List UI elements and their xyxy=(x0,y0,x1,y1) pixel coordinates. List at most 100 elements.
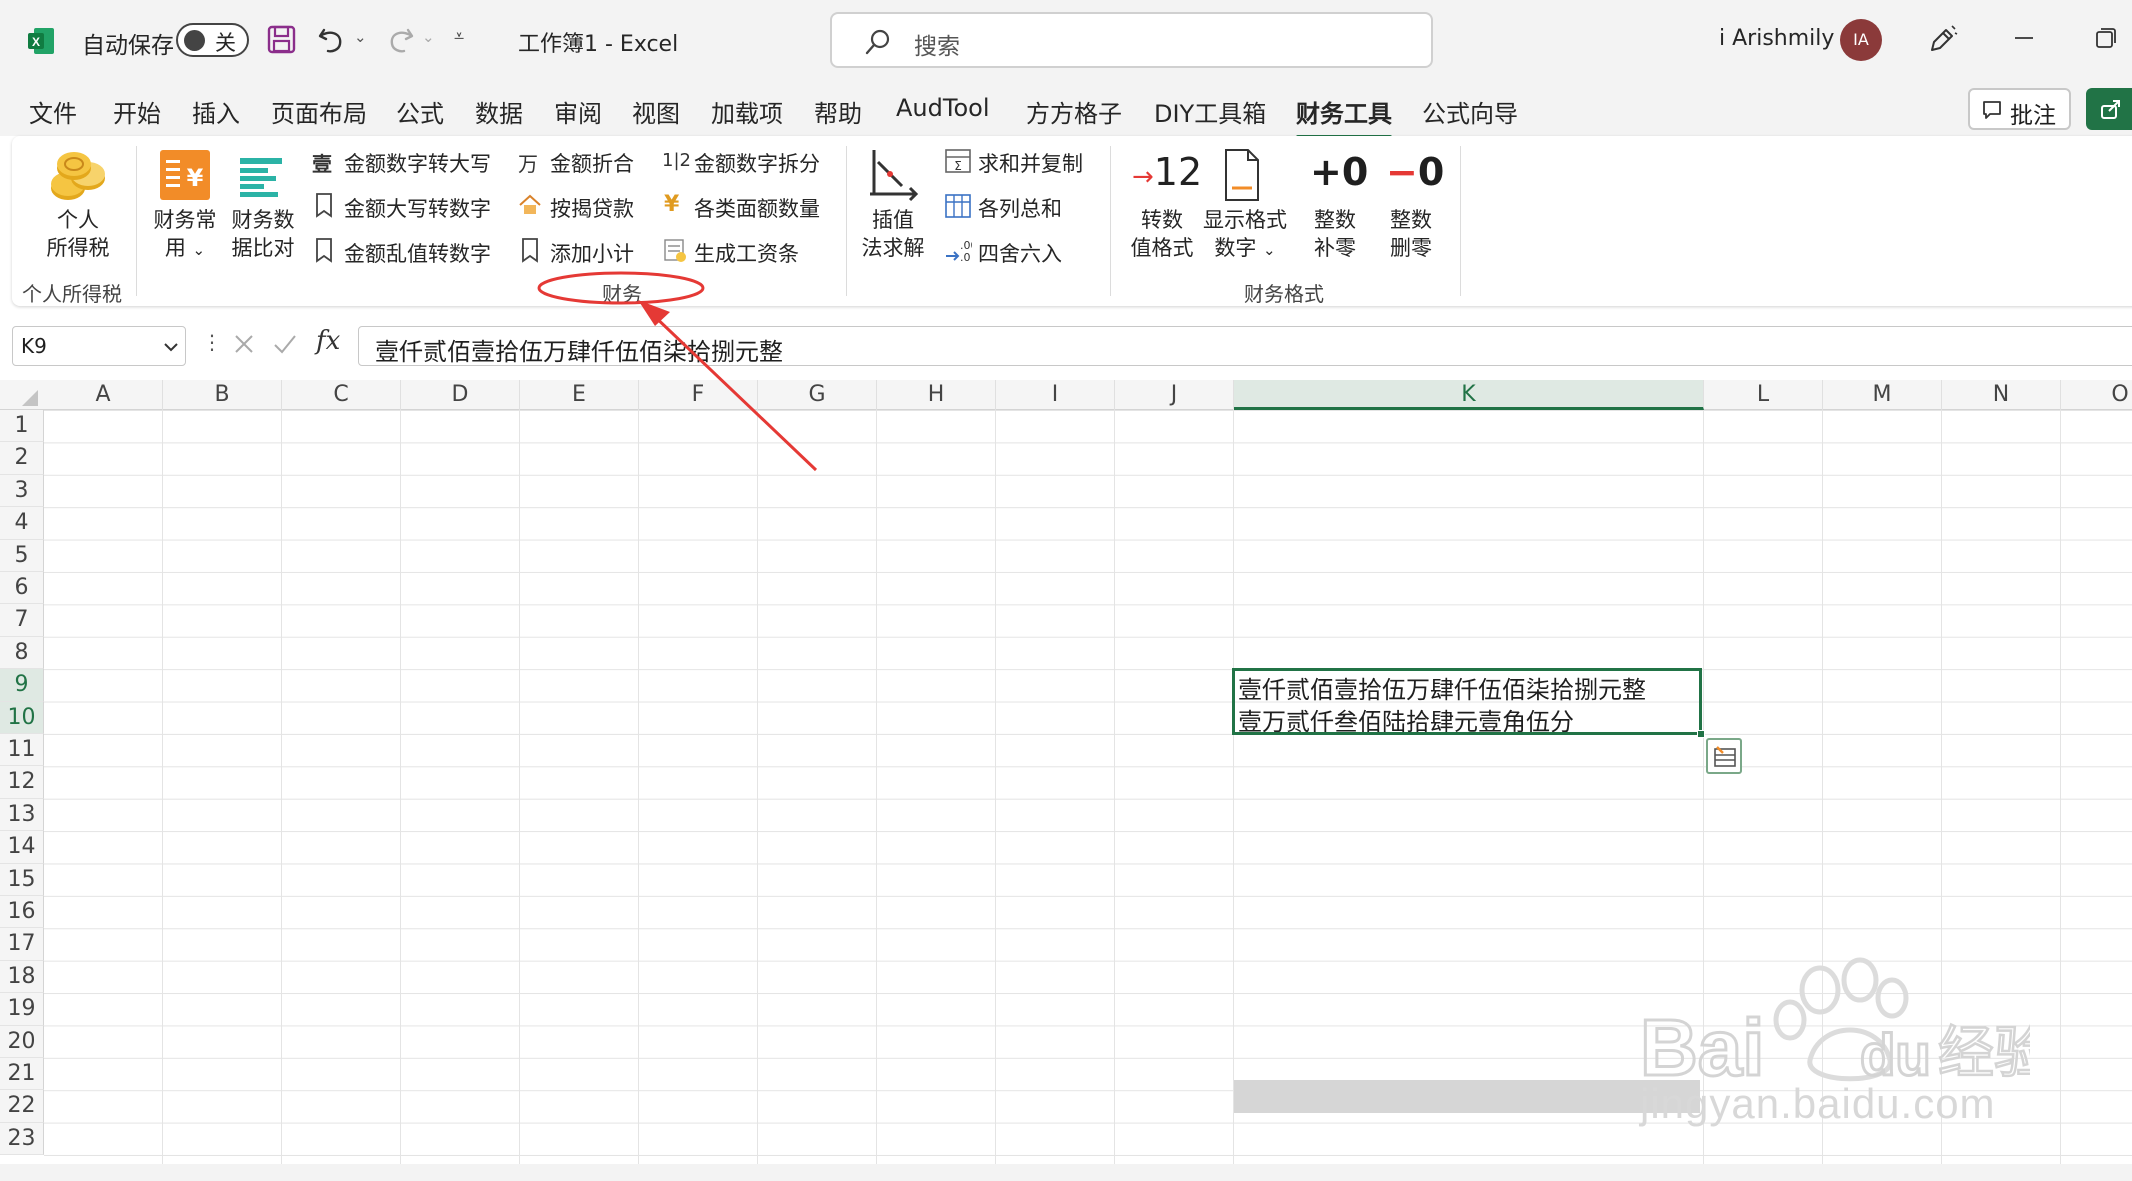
finance-common-button[interactable]: 财务常 用 ⌄ xyxy=(148,206,222,264)
row-header-23[interactable]: 23 xyxy=(0,1122,44,1156)
quick-analysis-button[interactable] xyxy=(1706,738,1742,774)
integer-remove-zero-button[interactable]: 整数 删零 xyxy=(1378,206,1444,262)
pen-icon[interactable] xyxy=(1926,24,1958,56)
column-header-l[interactable]: L xyxy=(1704,380,1823,410)
column-header-k[interactable]: K xyxy=(1234,380,1704,410)
row-header-18[interactable]: 18 xyxy=(0,960,44,994)
column-header-g[interactable]: G xyxy=(758,380,877,410)
formula-input[interactable]: 壹仟贰佰壹拾伍万肆仟伍佰柒拾捌元整 xyxy=(358,326,2132,366)
sum-and-copy-button[interactable]: 求和并复制 xyxy=(978,148,1083,178)
tab-page-layout[interactable]: 页面布局 xyxy=(271,94,367,129)
column-header-o[interactable]: O xyxy=(2061,380,2132,410)
select-all-icon[interactable] xyxy=(20,388,40,408)
add-subtotal-button[interactable]: 添加小计 xyxy=(550,238,634,268)
row-header-21[interactable]: 21 xyxy=(0,1058,44,1091)
redo-dropdown-icon[interactable]: ⌄ xyxy=(422,28,435,46)
tab-finance-tools[interactable]: 财务工具 xyxy=(1296,94,1392,139)
customize-toolbar-icon[interactable]: ⩡ xyxy=(454,26,464,47)
column-header-h[interactable]: H xyxy=(877,380,996,410)
row-header-3[interactable]: 3 xyxy=(0,474,44,508)
check-icon[interactable] xyxy=(272,332,298,356)
tab-home[interactable]: 开始 xyxy=(113,94,161,129)
personal-income-tax-button[interactable]: 个人 所得税 xyxy=(42,206,114,262)
display-format-number-button[interactable]: 显示格式 数字 ⌄ xyxy=(1200,206,1290,264)
tab-addins[interactable]: 加载项 xyxy=(711,94,783,129)
autosave-toggle[interactable]: 关 xyxy=(176,23,249,57)
column-header-f[interactable]: F xyxy=(639,380,758,410)
row-header-13[interactable]: 13 xyxy=(0,798,44,832)
comments-label: 批注 xyxy=(2010,103,2056,129)
amount-to-uppercase-button[interactable]: 金额数字转大写 xyxy=(344,148,491,178)
column-header-d[interactable]: D xyxy=(401,380,520,410)
column-header-n[interactable]: N xyxy=(1942,380,2061,410)
minimize-icon[interactable] xyxy=(2012,26,2036,50)
convert-number-format-button[interactable]: 转数 值格式 xyxy=(1122,206,1202,262)
row-header-16[interactable]: 16 xyxy=(0,896,44,929)
search-box[interactable]: 搜索 xyxy=(830,12,1433,68)
finance-data-compare-button[interactable]: 财务数 据比对 xyxy=(226,206,300,262)
row-header-7[interactable]: 7 xyxy=(0,604,44,637)
row-header-14[interactable]: 14 xyxy=(0,831,44,864)
column-header-c[interactable]: C xyxy=(282,380,401,410)
tab-review[interactable]: 审阅 xyxy=(554,94,602,129)
denomination-count-button[interactable]: 各类面额数量 xyxy=(694,193,820,223)
mortgage-loan-button[interactable]: 按揭贷款 xyxy=(550,193,634,223)
insert-function-icon[interactable]: fx xyxy=(316,326,340,356)
tab-help[interactable]: 帮助 xyxy=(814,94,862,129)
row-header-19[interactable]: 19 xyxy=(0,993,44,1026)
uppercase-to-amount-button[interactable]: 金额大写转数字 xyxy=(344,193,491,223)
save-icon[interactable] xyxy=(266,24,297,55)
interpolation-solve-button[interactable]: 插值 法求解 xyxy=(858,206,928,262)
tab-formulas[interactable]: 公式 xyxy=(396,94,444,129)
avatar[interactable]: IA xyxy=(1840,19,1882,61)
finance-common-icon: ¥ xyxy=(160,150,210,200)
cancel-icon[interactable] xyxy=(232,332,256,356)
column-header-i[interactable]: I xyxy=(996,380,1115,410)
tab-formula-wizard[interactable]: 公式向导 xyxy=(1422,94,1518,129)
row-header-8[interactable]: 8 xyxy=(0,636,44,670)
split-amount-digits-button[interactable]: 金额数字拆分 xyxy=(694,148,820,178)
tab-data[interactable]: 数据 xyxy=(475,94,523,129)
integer-pad-zero-button[interactable]: 整数 补零 xyxy=(1302,206,1368,262)
share-button[interactable] xyxy=(2086,88,2132,130)
row-header-4[interactable]: 4 xyxy=(0,507,44,540)
group-label-finance-format: 财务格式 xyxy=(1244,282,1324,306)
column-header-a[interactable]: A xyxy=(44,380,163,410)
row-header-15[interactable]: 15 xyxy=(0,863,44,896)
row-header-10[interactable]: 10 xyxy=(0,701,44,734)
messy-amount-to-number-button[interactable]: 金额乱值转数字 xyxy=(344,238,491,268)
tab-fangfanggezi[interactable]: 方方格子 xyxy=(1026,94,1122,129)
column-header-j[interactable]: J xyxy=(1115,380,1234,410)
round-half-even-button[interactable]: 四舍六入 xyxy=(978,238,1062,268)
row-header-12[interactable]: 12 xyxy=(0,766,44,799)
column-header-b[interactable]: B xyxy=(163,380,282,410)
row-header-22[interactable]: 22 xyxy=(0,1090,44,1123)
row-header-5[interactable]: 5 xyxy=(0,539,44,572)
row-header-17[interactable]: 17 xyxy=(0,928,44,961)
fill-handle[interactable] xyxy=(1697,730,1705,738)
tab-diy-toolbox[interactable]: DIY工具箱 xyxy=(1154,94,1266,129)
row-header-6[interactable]: 6 xyxy=(0,572,44,605)
tab-view[interactable]: 视图 xyxy=(632,94,680,129)
generate-payslip-button[interactable]: 生成工资条 xyxy=(694,238,799,268)
undo-dropdown-icon[interactable]: ⌄ xyxy=(354,28,367,46)
amount-convert-button[interactable]: 金额折合 xyxy=(550,148,634,178)
row-header-1[interactable]: 1 xyxy=(0,410,44,443)
column-header-m[interactable]: M xyxy=(1823,380,1942,410)
row-header-2[interactable]: 2 xyxy=(0,442,44,475)
name-box[interactable]: K9 xyxy=(12,326,186,366)
tab-insert[interactable]: 插入 xyxy=(192,94,240,129)
redo-icon[interactable] xyxy=(384,24,416,56)
row-header-11[interactable]: 11 xyxy=(0,734,44,767)
comments-button[interactable]: 批注 xyxy=(1968,88,2071,130)
user-name[interactable]: i Arishmily xyxy=(1719,26,1834,51)
row-header-9[interactable]: 9 xyxy=(0,669,44,702)
tab-audtool[interactable]: AudTool xyxy=(896,94,989,122)
more-options-icon[interactable]: ⋮ xyxy=(202,330,222,354)
undo-icon[interactable] xyxy=(316,24,348,56)
tab-file[interactable]: 文件 xyxy=(29,94,77,129)
row-header-20[interactable]: 20 xyxy=(0,1025,44,1058)
column-totals-button[interactable]: 各列总和 xyxy=(978,193,1062,223)
column-header-e[interactable]: E xyxy=(520,380,639,410)
restore-icon[interactable] xyxy=(2094,26,2118,50)
